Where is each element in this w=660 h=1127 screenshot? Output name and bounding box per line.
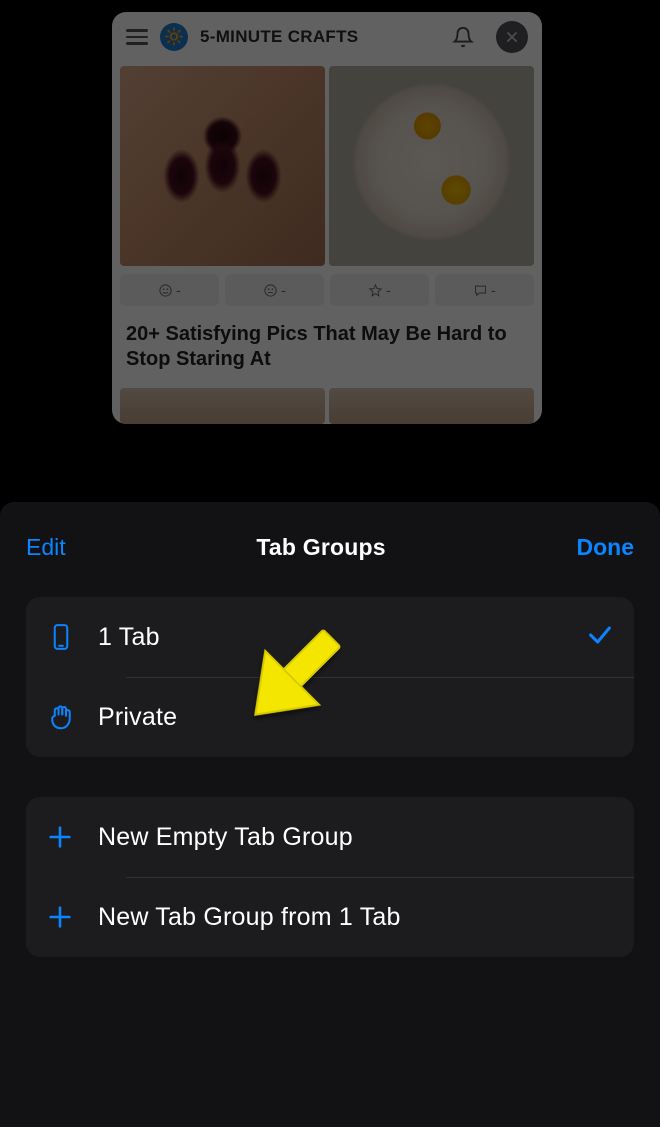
plus-icon — [46, 823, 98, 851]
done-button[interactable]: Done — [577, 534, 635, 561]
plus-icon — [46, 903, 98, 931]
new-empty-tab-group[interactable]: New Empty Tab Group — [26, 797, 634, 877]
tab-group-item-private[interactable]: Private — [26, 677, 634, 757]
tab-group-label: Private — [98, 703, 614, 732]
edit-button[interactable]: Edit — [26, 534, 66, 561]
sheet-header: Edit Tab Groups Done — [0, 516, 660, 597]
tab-group-list: 1 Tab Private — [26, 597, 634, 757]
checkmark-icon — [586, 621, 614, 654]
hand-icon — [46, 702, 98, 732]
tab-group-label: 1 Tab — [98, 623, 586, 652]
new-tab-group-actions: New Empty Tab Group New Tab Group from 1… — [26, 797, 634, 957]
new-tab-group-from-tab[interactable]: New Tab Group from 1 Tab — [26, 877, 634, 957]
action-label: New Empty Tab Group — [98, 823, 614, 852]
tab-groups-sheet: Edit Tab Groups Done 1 Tab — [0, 502, 660, 1127]
sheet-title: Tab Groups — [256, 534, 385, 561]
device-icon — [46, 622, 98, 652]
tab-group-item-1tab[interactable]: 1 Tab — [26, 597, 634, 677]
action-label: New Tab Group from 1 Tab — [98, 903, 614, 932]
